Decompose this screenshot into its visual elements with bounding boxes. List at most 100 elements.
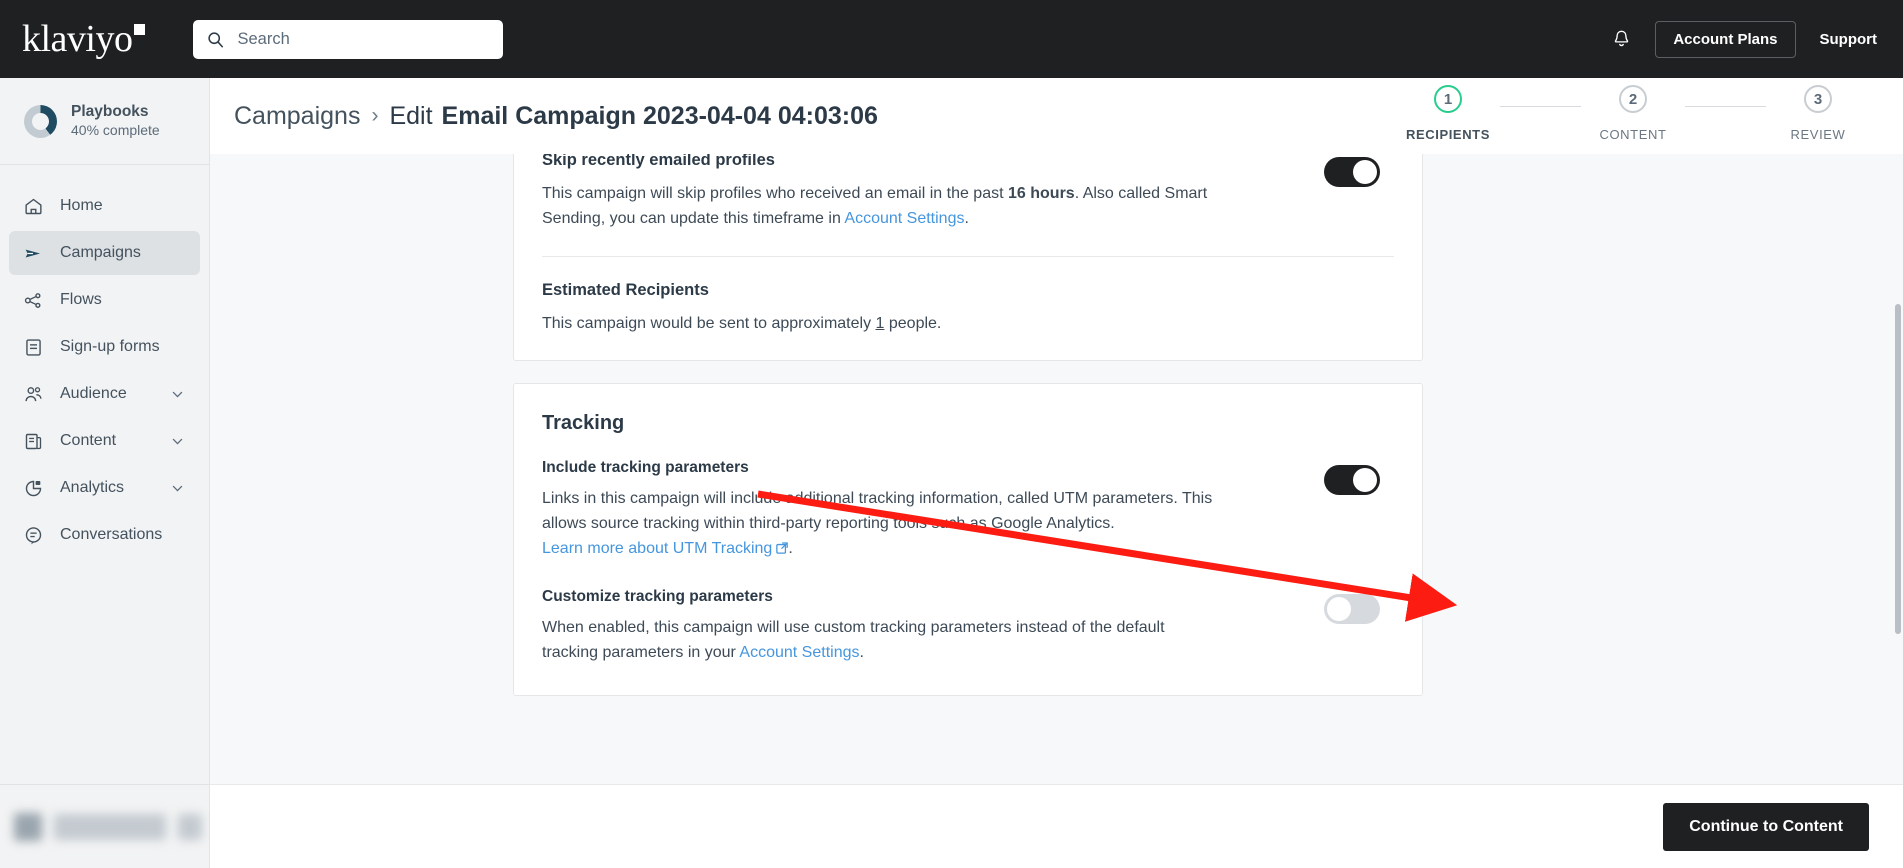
stepper-step-recipients[interactable]: 1 RECIPIENTS <box>1396 85 1500 142</box>
sidebar-item-flows[interactable]: Flows <box>9 278 200 322</box>
include-tracking-text: Include tracking parameters Links in thi… <box>542 459 1222 561</box>
sidebar-item-audience[interactable]: Audience <box>9 372 200 416</box>
step-number: 2 <box>1619 85 1647 113</box>
include-tracking-heading: Include tracking parameters <box>542 459 749 477</box>
sidebar-item-label: Conversations <box>60 526 163 543</box>
account-plans-button[interactable]: Account Plans <box>1655 20 1796 58</box>
wizard-footer: Continue to Content <box>210 784 1903 868</box>
skip-recently-emailed-toggle[interactable] <box>1324 157 1380 187</box>
sidebar-item-label: Sign-up forms <box>60 338 160 355</box>
content-icon <box>23 430 45 452</box>
support-button[interactable]: Support <box>1818 27 1880 52</box>
tracking-settings-card: Tracking Include tracking parameters Lin… <box>513 383 1423 697</box>
estimated-recipients-description: This campaign would be sent to approxima… <box>542 312 941 337</box>
step-number: 3 <box>1804 85 1832 113</box>
step-label: RECIPIENTS <box>1405 127 1490 142</box>
sidebar-item-campaigns[interactable]: Campaigns <box>9 231 200 275</box>
customize-tracking-heading: Customize tracking parameters <box>542 587 773 605</box>
search-icon <box>207 31 224 48</box>
customize-tracking-text: Customize tracking parameters When enabl… <box>542 588 1222 666</box>
stepper-connector <box>1500 106 1581 107</box>
utm-link-trailing: . <box>788 539 793 557</box>
sidebar-item-analytics[interactable]: Analytics <box>9 466 200 510</box>
toggle-knob <box>1353 468 1377 493</box>
people-icon <box>23 383 45 405</box>
utm-tracking-learn-more-link[interactable]: Learn more about UTM Tracking <box>542 538 789 557</box>
pie-chart-icon <box>23 477 45 499</box>
stepper-connector <box>1685 106 1766 107</box>
est-part-1: This campaign would be sent to approxima… <box>542 314 876 332</box>
account-settings-link[interactable]: Account Settings <box>739 644 859 661</box>
notifications-bell-icon[interactable] <box>1609 26 1633 52</box>
page-edit-prefix: Edit <box>389 101 433 130</box>
sidebar: Playbooks 40% complete Home Campaigns Fl… <box>0 78 210 868</box>
stepper-step-content[interactable]: 2 CONTENT <box>1581 85 1685 142</box>
page-header: Campaigns › Edit Email Campaign 2023-04-… <box>210 78 1903 154</box>
flows-icon <box>23 289 45 311</box>
include-tracking-body: Links in this campaign will include addi… <box>542 490 1213 533</box>
include-tracking-toggle[interactable] <box>1324 465 1380 496</box>
step-number: 1 <box>1434 85 1462 113</box>
estimated-recipients-row: Estimated Recipients This campaign would… <box>542 257 1394 361</box>
utm-link-label: Learn more about UTM Tracking <box>542 539 773 557</box>
include-tracking-row: Include tracking parameters Links in thi… <box>542 435 1394 571</box>
sidebar-nav: Home Campaigns Flows Sign-up forms Audie… <box>0 165 209 557</box>
sidebar-item-conversations[interactable]: Conversations <box>9 513 200 557</box>
recipients-settings-card: Skip recently emailed profiles This camp… <box>513 154 1423 362</box>
tracking-card-title: Tracking <box>542 412 625 435</box>
topbar-actions: Account Plans Support <box>1609 20 1880 58</box>
toggle-knob <box>1327 596 1351 621</box>
breadcrumb-campaigns-link[interactable]: Campaigns <box>234 102 360 131</box>
desc-part-1: This campaign will skip profiles who rec… <box>542 185 1008 202</box>
playbooks-subtitle: 40% complete <box>71 121 160 138</box>
skip-recently-emailed-description: This campaign will skip profiles who rec… <box>542 182 1222 232</box>
search-input[interactable]: Search <box>193 19 504 59</box>
logo-wordmark: klaviyo <box>22 18 133 60</box>
skip-recently-emailed-row: Skip recently emailed profiles This camp… <box>542 154 1394 257</box>
main-content: Campaigns › Edit Email Campaign 2023-04-… <box>210 78 1903 868</box>
account-badge-placeholder <box>178 813 202 840</box>
customize-tracking-toggle[interactable] <box>1324 593 1380 624</box>
paper-plane-icon <box>23 242 45 264</box>
playbooks-progress-ring <box>24 104 57 138</box>
estimated-recipients-text: Estimated Recipients This campaign would… <box>542 281 941 337</box>
form-icon <box>23 336 45 358</box>
toggle-knob <box>1353 160 1377 184</box>
sidebar-account-area[interactable] <box>0 784 209 868</box>
account-settings-link[interactable]: Account Settings <box>844 210 964 227</box>
continue-to-content-button[interactable]: Continue to Content <box>1663 802 1869 851</box>
skip-recently-emailed-text: Skip recently emailed profiles This camp… <box>542 154 1222 232</box>
customize-tracking-row: Customize tracking parameters When enabl… <box>542 572 1394 666</box>
sidebar-item-label: Campaigns <box>60 244 141 261</box>
step-label: CONTENT <box>1599 127 1667 142</box>
chevron-down-icon[interactable] <box>171 435 184 448</box>
sidebar-item-label: Flows <box>60 291 102 308</box>
playbooks-text: Playbooks 40% complete <box>71 102 160 140</box>
search-placeholder-text: Search <box>237 29 290 48</box>
avatar <box>14 812 42 841</box>
klaviyo-logo[interactable]: klaviyo <box>22 18 146 60</box>
stepper-step-review[interactable]: 3 REVIEW <box>1766 85 1870 142</box>
sidebar-item-label: Analytics <box>60 479 125 496</box>
page-title: Email Campaign 2023-04-04 04:03:06 <box>441 101 878 130</box>
chat-bubble-icon <box>23 524 45 546</box>
external-link-icon <box>776 538 789 554</box>
smart-sending-hours: 16 hours <box>1008 185 1075 202</box>
account-name-placeholder <box>54 813 166 840</box>
vertical-scrollbar[interactable] <box>1895 304 1901 634</box>
app-root: klaviyo Search Account Plans Support Pla… <box>0 0 1903 868</box>
sidebar-item-home[interactable]: Home <box>9 184 200 228</box>
sidebar-item-signup-forms[interactable]: Sign-up forms <box>9 325 200 369</box>
sidebar-item-content[interactable]: Content <box>9 419 200 463</box>
breadcrumb-separator-icon: › <box>371 104 379 127</box>
settings-scroll-area[interactable]: Skip recently emailed profiles This camp… <box>210 154 1903 868</box>
sidebar-playbooks[interactable]: Playbooks 40% complete <box>0 78 209 165</box>
step-label: REVIEW <box>1790 127 1846 142</box>
customize-part-2: . <box>859 643 864 661</box>
chevron-down-icon[interactable] <box>171 388 184 401</box>
include-tracking-description: Links in this campaign will include addi… <box>542 487 1222 561</box>
customize-tracking-description: When enabled, this campaign will use cus… <box>542 616 1222 666</box>
chevron-down-icon[interactable] <box>171 482 184 495</box>
est-part-2: people. <box>884 314 942 332</box>
sidebar-item-label: Audience <box>60 385 127 402</box>
